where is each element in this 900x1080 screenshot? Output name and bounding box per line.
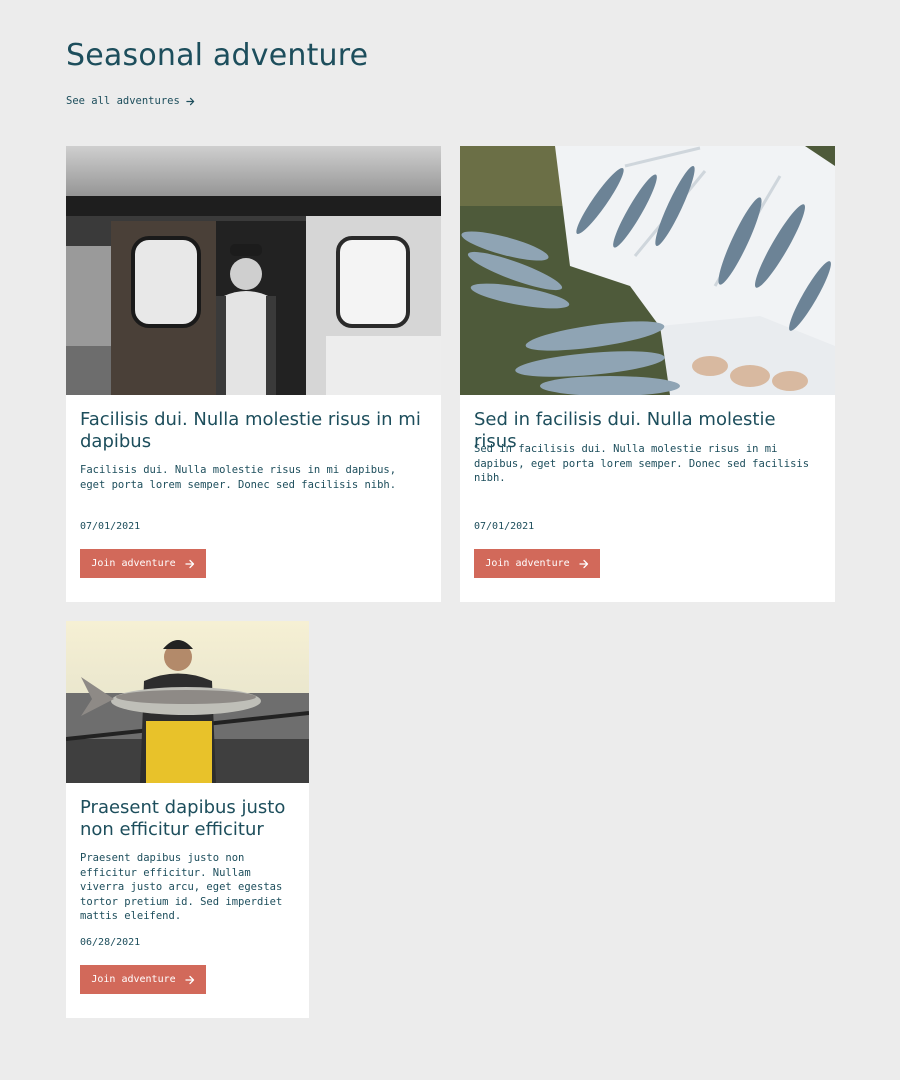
card-date: 06/28/2021 xyxy=(80,937,141,948)
join-adventure-button[interactable]: Join adventure xyxy=(474,549,600,578)
page-title: Seasonal adventure xyxy=(66,38,369,73)
join-adventure-button[interactable]: Join adventure xyxy=(80,549,206,578)
join-adventure-label: Join adventure xyxy=(485,558,570,569)
arrow-right-icon xyxy=(184,975,194,984)
card-date: 07/01/2021 xyxy=(474,521,535,532)
adventure-card: Praesent dapibus justo non efficitur eff… xyxy=(66,621,309,1018)
join-adventure-label: Join adventure xyxy=(91,974,176,985)
card-title: Praesent dapibus justo non efficitur eff… xyxy=(80,797,286,840)
adventure-card: Facilisis dui. Nulla molestie risus in m… xyxy=(66,146,441,602)
card-date: 07/01/2021 xyxy=(80,521,141,532)
see-all-adventures-label: See all adventures xyxy=(66,95,180,107)
card-description: Sed in facilisis dui. Nulla molestie ris… xyxy=(474,443,810,485)
card-description: Praesent dapibus justo non efficitur eff… xyxy=(80,852,283,923)
join-adventure-button[interactable]: Join adventure xyxy=(80,965,206,994)
join-adventure-label: Join adventure xyxy=(91,558,176,569)
card-image-fisherman-salmon xyxy=(66,621,309,783)
card-description: Facilisis dui. Nulla molestie risus in m… xyxy=(80,464,397,491)
arrow-right-icon xyxy=(184,559,194,568)
arrow-right-icon xyxy=(578,559,588,568)
see-all-adventures-link[interactable]: See all adventures xyxy=(66,95,195,107)
arrow-right-icon xyxy=(186,97,195,105)
card-image-fisherman-boat xyxy=(66,146,441,395)
card-image-fish-crates xyxy=(460,146,835,395)
adventure-card: Sed in facilisis dui. Nulla molestie ris… xyxy=(460,146,835,602)
card-title: Facilisis dui. Nulla molestie risus in m… xyxy=(80,409,421,452)
